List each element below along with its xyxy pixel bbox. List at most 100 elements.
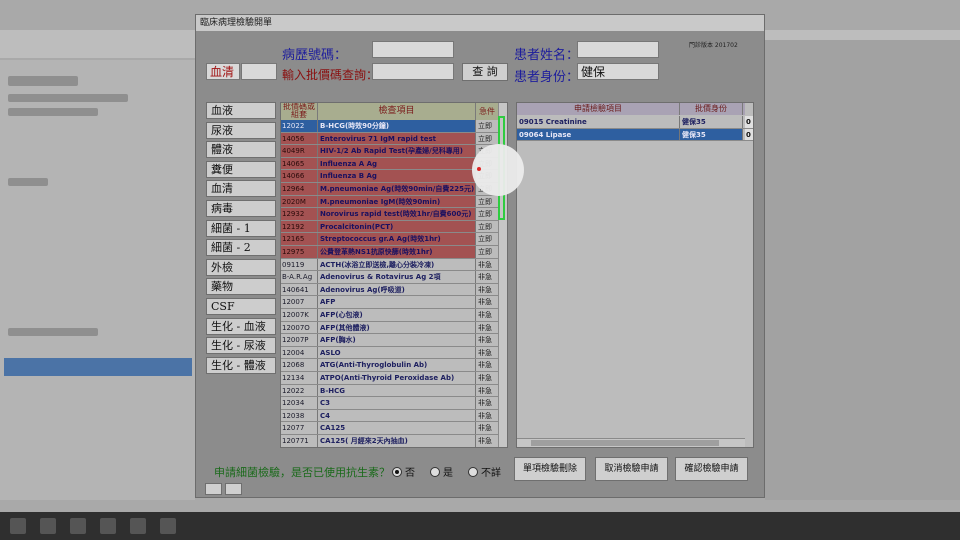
cell-code: 4049R: [281, 145, 318, 157]
category-button[interactable]: 細菌 - 2: [206, 239, 276, 257]
cancel-request-button[interactable]: 取消檢驗申請: [595, 457, 668, 481]
version-label: 門診版本 201702: [689, 42, 738, 49]
cell-item: ATG(Anti-Thyroglobulin Ab): [318, 359, 476, 371]
category-button[interactable]: 生化 - 尿液: [206, 337, 276, 355]
table-row[interactable]: 12022 B-HCG 非急: [281, 384, 499, 398]
cell-urg: 立即: [478, 134, 492, 143]
table-row[interactable]: 12034 C3 非急: [281, 397, 499, 410]
cell-code: 14065: [281, 157, 318, 170]
request-table-hscrollbar[interactable]: [517, 438, 745, 447]
batch-query-input[interactable]: [372, 63, 454, 80]
table-row[interactable]: 14056 Enterovirus 71 IgM rapid test 立即: [281, 132, 499, 146]
cell-urg: 非急: [478, 399, 492, 408]
cell-code: 12007P: [281, 334, 318, 346]
table-row[interactable]: B-A.R.Ag Adenovirus & Rotavirus Ag 2項 非急: [281, 271, 499, 284]
cell-code: 12165: [281, 233, 318, 245]
table-row[interactable]: 140641 Adenovirus Ag(呼吸道) 非急: [281, 283, 499, 297]
category-button[interactable]: 體液: [206, 141, 276, 159]
table-row[interactable]: 12134 ATPO(Anti-Thyroid Peroxidase Ab) 非急: [281, 372, 499, 385]
table-row[interactable]: 12004 ASLO 非急: [281, 346, 499, 360]
confirm-request-button[interactable]: 確認檢驗申請: [675, 457, 748, 481]
delete-item-button[interactable]: 單項檢驗刪除: [514, 457, 586, 481]
category-button[interactable]: 尿液: [206, 121, 276, 139]
cell-urg: 非急: [478, 361, 492, 370]
table-row[interactable]: 12068 ATG(Anti-Thyroglobulin Ab) 非急: [281, 359, 499, 372]
category-button[interactable]: 血液: [206, 102, 276, 119]
cell-code: 140641: [281, 283, 318, 296]
cell-urg: 非急: [478, 273, 492, 282]
radio-option-no[interactable]: 否: [392, 464, 415, 479]
table-row[interactable]: 4049RHIV-1/2 Ab Rapid Test(孕產婦/兒科專用)立即: [281, 145, 499, 158]
table-row[interactable]: 12975 公費登革熱NS1抗原快篩(時效1hr) 立即: [281, 246, 499, 259]
specimen-select[interactable]: 血清: [206, 63, 240, 80]
cell-item: C3: [318, 397, 476, 409]
table-row[interactable]: 14065Influenza A Ag立即: [281, 157, 499, 171]
radio-selected-icon: [392, 467, 402, 477]
table-row[interactable]: 120771 CA125( 月經來2天內抽血) 非急: [281, 435, 499, 447]
chart-no-input[interactable]: [372, 41, 454, 58]
table-row[interactable]: 12022 B-HCG(時效90分鐘) 立即: [281, 120, 499, 133]
table-row[interactable]: 12077 CA125 非急: [281, 422, 499, 435]
category-button[interactable]: CSF: [206, 298, 276, 315]
lab-order-dialog: 臨床病理檢驗開單 門診版本 201702 病歷號碼： 患者姓名： 血清 輸入批價…: [195, 14, 765, 498]
table-row[interactable]: 12038 C4 非急: [281, 409, 499, 423]
category-button[interactable]: 外檢: [206, 258, 276, 276]
cell-code: B-A.R.Ag: [281, 271, 318, 283]
cell-item: Norovirus rapid test(時效1hr/自費600元): [318, 208, 476, 220]
cell-item: Streptococcus gr.A Ag(時效1hr): [318, 233, 476, 245]
cell-item: B-HCG(時效90分鐘): [318, 120, 476, 132]
category-button[interactable]: 糞便: [206, 160, 276, 178]
cell-code: 12964: [281, 183, 318, 195]
cell-urg: 非急: [478, 437, 492, 445]
table-row[interactable]: 12165 Streptococcus gr.A Ag(時效1hr) 立即: [281, 233, 499, 246]
patient-name-input[interactable]: [577, 41, 659, 58]
cell-code: 120771: [281, 435, 318, 447]
cell-item: Adenovirus Ag(呼吸道): [318, 283, 476, 296]
category-button[interactable]: 細菌 - 1: [206, 219, 276, 237]
cell-urg: 立即: [478, 222, 492, 231]
table-row[interactable]: 09119 ACTH(冰浴立即送檢,離心分裝冷凍) 非急: [281, 258, 499, 272]
table-row[interactable]: 12007O AFP(其他體液) 非急: [281, 321, 499, 335]
query-button[interactable]: 查 詢: [462, 63, 508, 81]
patient-id-input[interactable]: 健保: [577, 63, 659, 80]
cell-item: ACTH(冰浴立即送檢,離心分裝冷凍): [318, 258, 476, 271]
cell-item: HIV-1/2 Ab Rapid Test(孕產婦/兒科專用): [318, 145, 476, 157]
category-button[interactable]: 藥物: [206, 278, 276, 296]
background-selected-row: [4, 358, 192, 376]
request-row[interactable]: 09064 Lipase 健保35 0: [517, 128, 753, 142]
table-row[interactable]: 14066Influenza B Ag立即: [281, 170, 499, 183]
radio-option-yes[interactable]: 是: [430, 464, 453, 479]
mouse-cursor-highlight: [472, 144, 524, 196]
category-button[interactable]: 生化 - 血液: [206, 317, 276, 335]
cell-code: 12007: [281, 296, 318, 308]
cell-identity: 健保35: [680, 116, 743, 128]
table-row[interactable]: 12007K AFP(心包液) 非急: [281, 309, 499, 322]
cell-urg: 立即: [478, 235, 492, 244]
category-button[interactable]: 生化 - 體液: [206, 356, 276, 374]
table-row[interactable]: 12964M.pneumoniae Ag(時效90min/自費225元)立即: [281, 183, 499, 196]
request-row[interactable]: 09015 Creatinine 健保35 0: [517, 116, 753, 129]
category-button[interactable]: 病毒: [206, 200, 276, 217]
cell-urg: 立即: [478, 197, 492, 206]
table-row[interactable]: 12192 Procalcitonin(PCT) 立即: [281, 220, 499, 234]
table-row[interactable]: 12932 Norovirus rapid test(時效1hr/自費600元) 立…: [281, 208, 499, 221]
category-button[interactable]: 血清: [206, 180, 276, 198]
table-row[interactable]: 2020M M.pneumoniae IgM(時效90min) 立即: [281, 195, 499, 209]
table-row[interactable]: 12007 AFP 非急: [281, 296, 499, 309]
cell-urg: 非急: [478, 336, 492, 345]
table-row[interactable]: 12007P AFP(胸水) 非急: [281, 334, 499, 347]
radio-option-unknown[interactable]: 不詳: [468, 464, 501, 479]
cell-flag: 0: [745, 128, 753, 141]
cell-item: AFP: [318, 296, 476, 308]
cell-item: C4: [318, 409, 476, 422]
patient-id-label: 患者身份：: [514, 70, 580, 85]
specimen-code-input[interactable]: [241, 63, 277, 80]
cell-item: ASLO: [318, 346, 476, 359]
antibiotic-question: 申請細菌檢驗，是否已使用抗生素？: [214, 466, 390, 479]
cell-item: AFP(其他體液): [318, 321, 476, 334]
cell-item: ATPO(Anti-Thyroid Peroxidase Ab): [318, 372, 476, 384]
col-request-item-header: 申請檢驗項目: [517, 103, 680, 115]
col-code-header: 批價碼或組套: [281, 103, 318, 120]
cell-urg: 非急: [478, 260, 492, 269]
cell-urg: 立即: [478, 210, 492, 219]
